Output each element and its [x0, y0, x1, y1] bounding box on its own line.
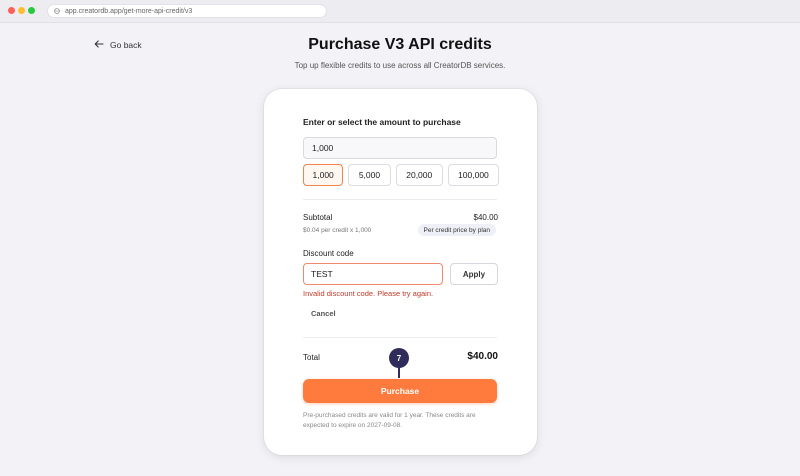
preset-20000-button[interactable]: 20,000 — [395, 164, 443, 186]
subtotal-value: $40.00 — [473, 213, 498, 222]
discount-error-message: Invalid discount code. Please try again. — [303, 289, 434, 298]
preset-100000-button[interactable]: 100,000 — [447, 164, 499, 186]
minimize-window-button[interactable] — [18, 7, 25, 14]
preset-5000-button[interactable]: 5,000 — [348, 164, 391, 186]
page-title: Purchase V3 API credits — [308, 36, 492, 53]
address-url: app.creatordb.app/get-more-api-credit/v3 — [65, 7, 193, 15]
preset-amounts: 1,000 5,000 20,000 100,000 — [303, 164, 499, 186]
maximize-window-button[interactable] — [28, 7, 35, 14]
discount-code-input[interactable]: TEST — [303, 263, 443, 285]
expiry-footnote: Pre-purchased credits are valid for 1 ye… — [303, 412, 476, 429]
plan-price-badge: Per credit price by plan — [417, 224, 496, 236]
amount-input[interactable]: 1,000 — [303, 137, 497, 159]
purchase-button[interactable]: Purchase — [303, 379, 497, 403]
preset-1000-button[interactable]: 1,000 — [303, 164, 344, 186]
apply-button[interactable]: Apply — [450, 263, 498, 285]
amount-prompt: Enter or select the amount to purchase — [303, 117, 461, 127]
discount-code-value: TEST — [311, 269, 333, 279]
page-subtitle: Top up flexible credits to use across al… — [294, 61, 506, 70]
step-marker: 7 — [389, 348, 409, 368]
discount-label: Discount code — [303, 249, 354, 258]
browser-chrome: app.creatordb.app/get-more-api-credit/v3 — [0, 0, 800, 23]
total-value: $40.00 — [467, 351, 498, 362]
close-window-button[interactable] — [8, 7, 15, 14]
divider — [303, 337, 497, 338]
purchase-card: Enter or select the amount to purchase 1… — [264, 89, 537, 455]
total-label: Total — [303, 353, 320, 362]
subtotal-label: Subtotal — [303, 213, 333, 222]
amount-input-value: 1,000 — [312, 143, 334, 153]
address-bar[interactable]: app.creatordb.app/get-more-api-credit/v3 — [47, 4, 327, 18]
cancel-button[interactable]: Cancel — [311, 309, 336, 318]
lock-icon — [54, 8, 60, 14]
divider — [303, 199, 497, 200]
per-credit-text: $0.04 per credit x 1,000 — [303, 227, 372, 234]
step-marker-pointer — [398, 368, 400, 378]
